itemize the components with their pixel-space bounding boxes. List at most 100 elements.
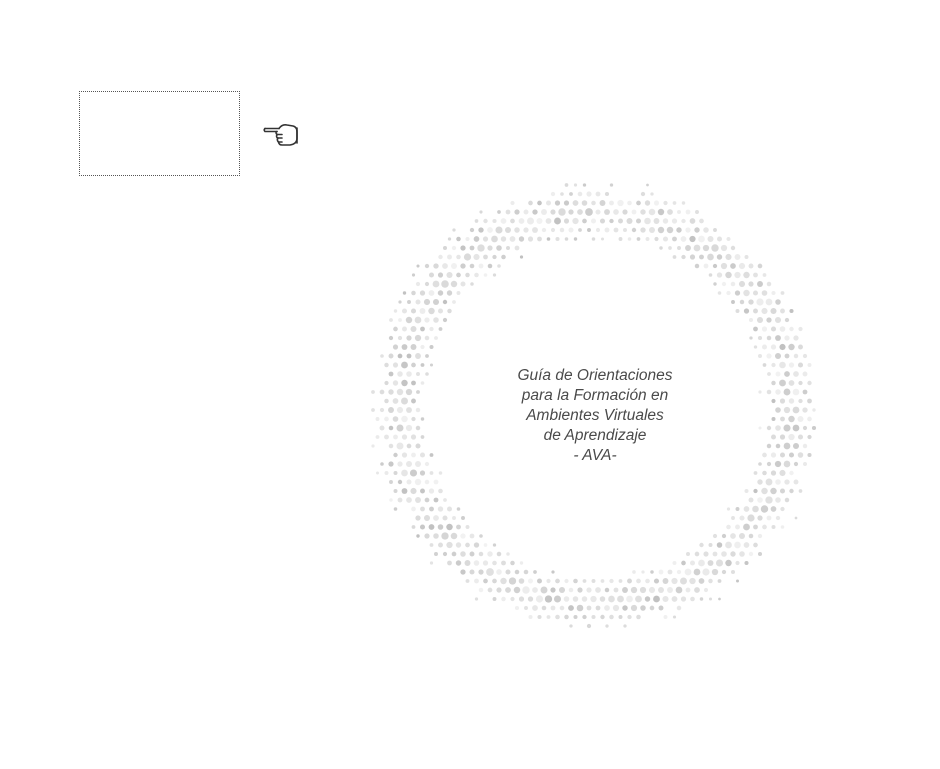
ring-dot [429,344,434,350]
ring-dot [730,281,736,287]
ring-dot [730,533,736,539]
ring-dot [433,263,439,269]
ring-dot [609,218,614,224]
ring-dot [384,471,389,475]
ring-dot [730,569,736,575]
ring-dot [762,273,767,277]
ring-dot [725,559,732,567]
ring-dot [609,614,614,620]
ring-dot [393,452,398,458]
ring-dot [496,245,502,251]
ring-dot [433,533,439,539]
ring-dot [793,479,799,485]
ring-dot [388,353,394,359]
ring-dot [537,200,542,206]
pointing-hand-icon[interactable] [262,118,300,150]
ring-dot [478,227,484,233]
ring-dot [632,570,636,574]
ring-dot [473,542,480,548]
ring-dot [757,551,763,557]
ring-dot [622,209,628,215]
ring-dot [492,273,497,277]
empty-frame [79,91,240,176]
ring-dot [765,496,773,504]
ring-dot [802,461,808,467]
ring-dot [559,605,565,611]
ring-dot [780,308,785,314]
ring-dot [479,210,483,214]
ring-dot [478,551,484,557]
ring-dot [783,406,791,414]
ring-dot [474,272,479,278]
ring-dot [492,543,497,547]
ring-dot [720,262,728,270]
ring-dot [766,353,772,359]
ring-dot [702,244,710,252]
ring-dot [694,263,700,269]
ring-dot [456,524,461,530]
ring-dot [423,514,431,522]
ring-dot [608,595,615,603]
ring-dot [726,237,731,241]
ring-dot [433,515,439,521]
ring-dot [528,578,533,584]
ring-dot [613,587,619,593]
ring-dot [389,318,393,322]
ring-dot [676,227,682,233]
ring-dot [487,263,493,269]
ring-dot [797,416,804,422]
ring-dot [671,218,678,224]
ring-dot [518,218,525,224]
ring-dot [393,507,398,511]
ring-dot [442,245,448,251]
ring-dot [415,515,421,521]
ring-dot [689,218,696,224]
ring-dot [726,507,731,511]
ring-dot [442,299,448,305]
ring-dot [524,606,528,610]
ring-dot [703,551,709,557]
ring-dot [447,506,452,512]
ring-dot [447,308,452,314]
ring-dot [441,280,449,288]
ring-dot [770,344,777,350]
ring-dot [429,543,434,547]
ring-dot [699,597,704,601]
ring-dot [792,406,800,414]
ring-dot [420,417,425,421]
ring-dot [401,452,408,458]
ring-dot [783,388,791,396]
ring-dot [508,577,517,585]
ring-dot [414,478,422,486]
ring-dot [396,388,404,396]
ring-dot [401,434,408,440]
ring-dot [693,244,701,252]
ring-dot [636,218,641,224]
ring-dot [411,416,416,422]
ring-dot [514,209,520,215]
ring-dot [523,569,529,575]
ring-dot [492,578,497,584]
ring-dot [753,542,758,548]
ring-dot [406,353,412,359]
ring-dot [460,551,466,557]
ring-dot [442,515,448,521]
ring-dot [437,290,444,296]
ring-dot [585,208,593,216]
ring-dot [518,578,525,584]
ring-dot [685,209,691,215]
ring-dot [405,424,413,432]
ring-dot [572,200,579,206]
ring-dot [798,344,803,350]
ring-dot [559,227,565,233]
ring-dot [410,434,417,440]
ring-dot [771,525,776,529]
ring-dot [591,579,596,583]
ring-dot [428,307,435,315]
ring-dot [609,183,614,187]
ring-dot [676,569,682,575]
ring-dot [609,578,614,584]
ring-dot [486,568,494,576]
ring-dot [788,343,795,351]
ring-dot [505,209,511,215]
